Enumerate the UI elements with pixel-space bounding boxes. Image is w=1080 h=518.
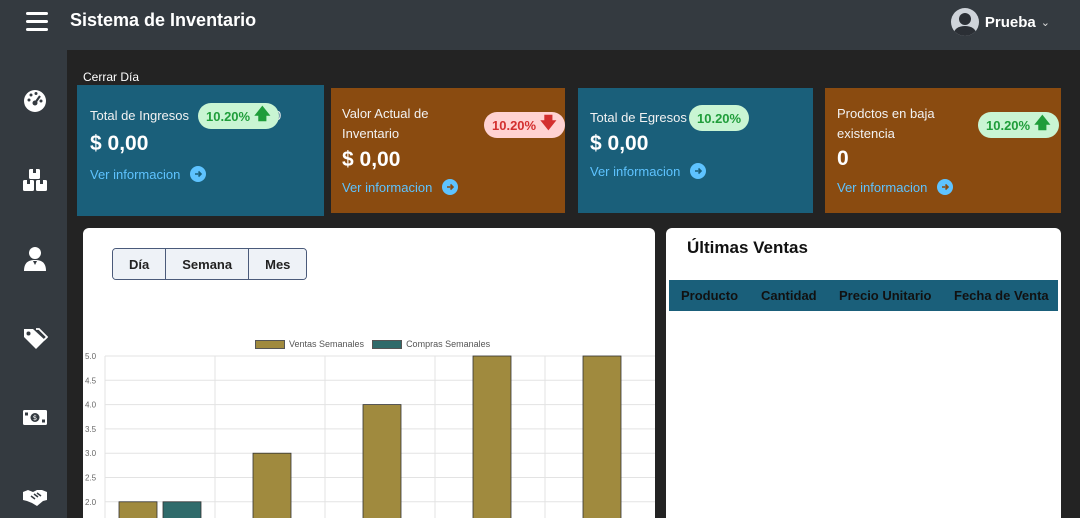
card-value: $ 0,00 (342, 148, 401, 171)
cerrar-dia-link[interactable]: Cerrar Día (83, 70, 139, 84)
ver-informacion-link[interactable]: Ver informacion (837, 179, 954, 195)
chart-panel: Día Semana Mes Ventas Semanales Compras … (83, 228, 655, 518)
avatar (950, 8, 979, 36)
chart-legend: Ventas Semanales Compras Semanales (255, 339, 490, 349)
user-menu[interactable]: Prueba ⌄ (950, 8, 1050, 36)
ver-informacion-link[interactable]: Ver informacion (342, 179, 459, 195)
ventas-title: Últimas Ventas (687, 238, 808, 257)
card-title: Total de Ingresos (90, 108, 190, 123)
app-title: Sistema de Inventario (70, 10, 257, 30)
arrow-down-icon: 🡇 (540, 114, 557, 132)
trend-badge: 10.20% 🡅 (198, 103, 279, 129)
menu-icon[interactable] (26, 12, 48, 32)
arrow-right-circle-icon (442, 179, 459, 195)
column-header-producto[interactable]: Producto (681, 288, 738, 303)
card-total-ingresos: Total de Ingresos 0 10.20%🡅 $ 0,00 Ver i… (77, 85, 324, 216)
card-value: 0 (837, 147, 849, 170)
y-tick-label: 3.0 (85, 449, 97, 458)
period-semana-button[interactable]: Semana (166, 249, 250, 279)
card-title: Valor Actual de Inventario (342, 106, 429, 141)
column-header-fecha[interactable]: Fecha de Venta (954, 288, 1049, 303)
money-icon[interactable]: $ (22, 404, 48, 430)
period-selector: Día Semana Mes (112, 248, 308, 280)
card-value: $ 0,00 (90, 132, 149, 155)
y-tick-label: 4.0 (85, 401, 97, 410)
y-tick-label: 2.0 (85, 498, 97, 507)
bar-compras[interactable] (162, 501, 202, 518)
y-tick-label: 4.5 (85, 376, 97, 385)
arrow-up-icon: 🡅 (1034, 114, 1051, 132)
y-tick-label: 5.0 (85, 352, 97, 361)
arrow-up-icon: 🡅 (254, 105, 271, 123)
tags-icon[interactable] (22, 325, 49, 351)
ventas-table-header: Producto Cantidad Precio Unitario Fecha … (669, 280, 1058, 311)
y-tick-label: 2.5 (85, 474, 97, 483)
bar-chart: 5.0 4.5 4.0 3.5 3.0 2.5 2.0 (85, 352, 655, 518)
arrow-right-circle-icon (690, 163, 707, 179)
bar-ventas[interactable] (252, 452, 292, 518)
card-title: Total de Egresos (590, 110, 687, 125)
card-productos-baja: Prodctos en baja existencia 10.20% 🡅 0 Ve… (825, 88, 1061, 213)
user-icon[interactable] (22, 246, 48, 272)
legend-swatch-compras (372, 339, 403, 349)
legend-swatch-ventas (255, 339, 285, 349)
handshake-icon[interactable] (22, 483, 48, 509)
trend-badge: 10.20% 🡇 (484, 112, 565, 138)
bar-ventas[interactable] (362, 404, 402, 518)
boxes-icon[interactable] (22, 167, 48, 193)
bar-ventas[interactable] (118, 501, 158, 518)
ver-informacion-link[interactable]: Ver informacion (590, 163, 707, 179)
legend-label-compras: Compras Semanales (406, 339, 491, 349)
arrow-right-circle-icon (190, 166, 207, 182)
bar-ventas[interactable] (582, 355, 622, 518)
ultimas-ventas-panel: Últimas Ventas Producto Cantidad Precio … (666, 228, 1061, 518)
column-header-cantidad[interactable]: Cantidad (761, 288, 817, 303)
card-valor-inventario: Valor Actual de Inventario 10.20% 🡇 $ 0,0… (331, 88, 565, 213)
arrow-right-circle-icon (937, 179, 954, 195)
trend-badge: 10.20% (689, 105, 750, 131)
period-mes-button[interactable]: Mes (249, 249, 307, 279)
legend-label-ventas: Ventas Semanales (289, 339, 365, 349)
chevron-down-icon: ⌄ (1040, 16, 1050, 29)
period-dia-button[interactable]: Día (113, 249, 167, 279)
y-tick-label: 3.5 (85, 425, 97, 434)
card-total-egresos: Total de Egresos 10.20% $ 0,00 Ver infor… (578, 88, 813, 213)
card-value: $ 0,00 (590, 132, 649, 155)
bar-ventas[interactable] (472, 355, 512, 518)
user-name: Prueba (984, 13, 1036, 31)
trend-badge: 10.20% 🡅 (978, 112, 1059, 138)
top-bar: Sistema de Inventario Prueba ⌄ (0, 0, 1080, 50)
card-title: Prodctos en baja existencia (837, 106, 935, 141)
svg-text:$: $ (33, 414, 37, 422)
main-content: Cerrar Día Total de Ingresos 0 10.20%🡅 $… (67, 50, 1080, 518)
dashboard-icon[interactable] (22, 88, 48, 114)
column-header-precio[interactable]: Precio Unitario (839, 288, 931, 303)
sidebar: $ (0, 50, 67, 518)
ver-informacion-link[interactable]: Ver informacion (90, 166, 207, 182)
